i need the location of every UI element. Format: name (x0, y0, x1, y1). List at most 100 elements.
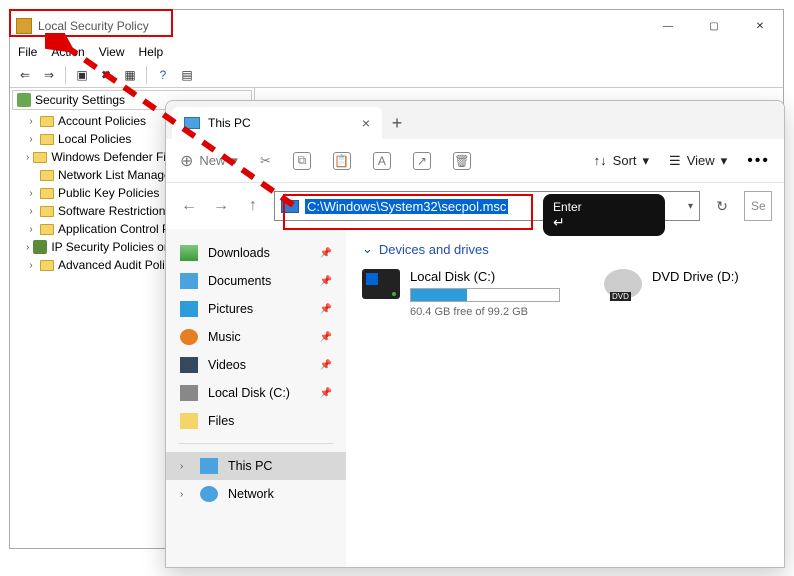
close-button[interactable]: ✕ (737, 11, 783, 41)
folder-icon (40, 116, 54, 127)
folder-icon (40, 170, 54, 181)
nav-music[interactable]: Music 📌 (166, 323, 346, 351)
new-label: New (199, 153, 225, 168)
storage-bar (410, 288, 560, 302)
dvd-icon (604, 269, 642, 299)
tab-label: This PC (208, 116, 251, 130)
pin-icon[interactable]: 📌 (320, 276, 332, 287)
folder-icon (180, 413, 198, 429)
nav-bar: ← → ↑ C:\Windows\System32\secpol.msc ▾ ↻… (166, 183, 784, 229)
music-icon (180, 329, 198, 345)
menu-view[interactable]: View (99, 45, 125, 59)
disk-icon (362, 269, 400, 299)
minimize-button[interactable]: — (645, 11, 691, 41)
nav-pictures[interactable]: Pictures📌 (166, 295, 346, 323)
folder-icon (40, 188, 54, 199)
toolbar: ⇐ ⇒ ▣ ✖ ▦ ? ▤ (10, 62, 783, 88)
delete-icon[interactable]: 🗑 (453, 152, 471, 170)
paste-icon[interactable]: 📋 (333, 152, 351, 170)
more-button[interactable]: ••• (747, 152, 770, 170)
drive-name: Local Disk (C:) (410, 269, 560, 284)
nav-network[interactable]: ›Network (166, 480, 346, 508)
nav-label: Music (208, 330, 241, 344)
share-icon[interactable]: ↗ (413, 152, 431, 170)
thispc-icon (200, 458, 218, 474)
shield-icon (17, 93, 31, 107)
back-icon[interactable]: ⇐ (14, 64, 36, 86)
forward-button[interactable]: → (210, 197, 232, 215)
thispc-icon (184, 117, 200, 129)
nav-label: Documents (208, 274, 271, 288)
nav-files[interactable]: Files (166, 407, 346, 435)
section-label: Devices and drives (379, 242, 489, 257)
nav-localdisk[interactable]: Local Disk (C:) 📌 (166, 379, 346, 407)
tree-label: Local Policies (58, 132, 131, 146)
pin-icon[interactable]: 📌 (320, 332, 332, 343)
nav-thispc[interactable]: ›This PC (166, 452, 346, 480)
up-button[interactable]: ↑ (242, 197, 264, 215)
pin-icon[interactable]: 📌 (320, 388, 332, 399)
nav-videos[interactable]: Videos 📌 (166, 351, 346, 379)
sort-button[interactable]: ↑↓ Sort ▾ (594, 153, 649, 169)
enter-arrow-icon: ↵ (553, 214, 655, 231)
menu-file[interactable]: File (18, 45, 37, 59)
nav-documents[interactable]: Documents 📌 (166, 267, 346, 295)
drive-name: DVD Drive (D:) (652, 269, 739, 284)
up-icon[interactable]: ▣ (71, 64, 93, 86)
new-button[interactable]: ⊕New▾ (180, 151, 238, 171)
pin-icon[interactable]: 📌 (320, 304, 332, 315)
copy-icon[interactable]: ⧉ (293, 152, 311, 170)
view-button[interactable]: ☰ View ▾ (669, 153, 727, 169)
pin-icon[interactable]: 📌 (320, 360, 332, 371)
explorer-window: This PC × + ⊕New▾ ✂ ⧉ 📋 A ↗ 🗑 ↑↓ Sort ▾ … (165, 100, 785, 568)
menubar: File Action View Help (10, 42, 783, 62)
drive-d[interactable]: DVD Drive (D:) (604, 269, 739, 318)
secpol-titlebar: Local Security Policy — ▢ ✕ (10, 10, 783, 42)
nav-label: Network (228, 487, 274, 501)
chevron-down-icon: ⌄ (362, 241, 373, 257)
help-icon[interactable]: ? (152, 64, 174, 86)
search-input[interactable]: Se (744, 191, 772, 221)
tree-label: Account Policies (58, 114, 146, 128)
folder-icon (40, 224, 54, 235)
new-tab-button[interactable]: + (382, 107, 412, 139)
pin-icon[interactable]: 📌 (320, 248, 332, 259)
pictures-icon (180, 301, 198, 317)
secpol-title: Local Security Policy (38, 19, 149, 33)
nav-pane: Downloads📌 Documents 📌 Pictures📌 Music 📌 V… (166, 229, 346, 567)
delete-icon[interactable]: ✖ (95, 64, 117, 86)
nav-downloads[interactable]: Downloads📌 (166, 239, 346, 267)
folder-icon (40, 206, 54, 217)
menu-action[interactable]: Action (51, 45, 84, 59)
tree-root-label: Security Settings (35, 93, 125, 107)
tab-thispc[interactable]: This PC × (172, 107, 382, 139)
forward-icon[interactable]: ⇒ (38, 64, 60, 86)
tab-close-icon[interactable]: × (362, 115, 370, 131)
drive-sub: 60.4 GB free of 99.2 GB (410, 306, 560, 318)
folder-icon (33, 152, 47, 163)
rename-icon[interactable]: A (373, 152, 391, 170)
properties-icon[interactable]: ▤ (176, 64, 198, 86)
section-heading[interactable]: ⌄ Devices and drives (362, 241, 768, 257)
cut-icon[interactable]: ✂ (260, 153, 271, 169)
address-dropdown-icon[interactable]: ▾ (688, 201, 693, 212)
back-button[interactable]: ← (178, 197, 200, 215)
nav-label: This PC (228, 459, 272, 473)
nav-label: Local Disk (C:) (208, 386, 290, 400)
documents-icon (180, 273, 198, 289)
folder-icon (40, 260, 54, 271)
refresh-button[interactable]: ↻ (710, 198, 734, 215)
network-icon (200, 486, 218, 502)
maximize-button[interactable]: ▢ (691, 11, 737, 41)
secpol-app-icon (16, 18, 32, 34)
disk-icon (180, 385, 198, 401)
drive-c[interactable]: Local Disk (C:) 60.4 GB free of 99.2 GB (362, 269, 560, 318)
folder-icon (40, 134, 54, 145)
tabbar: This PC × + (166, 101, 784, 139)
command-bar: ⊕New▾ ✂ ⧉ 📋 A ↗ 🗑 ↑↓ Sort ▾ ☰ View ▾ ••• (166, 139, 784, 183)
nav-label: Videos (208, 358, 246, 372)
ip-icon (33, 240, 47, 254)
videos-icon (180, 357, 198, 373)
export-icon[interactable]: ▦ (119, 64, 141, 86)
menu-help[interactable]: Help (139, 45, 164, 59)
